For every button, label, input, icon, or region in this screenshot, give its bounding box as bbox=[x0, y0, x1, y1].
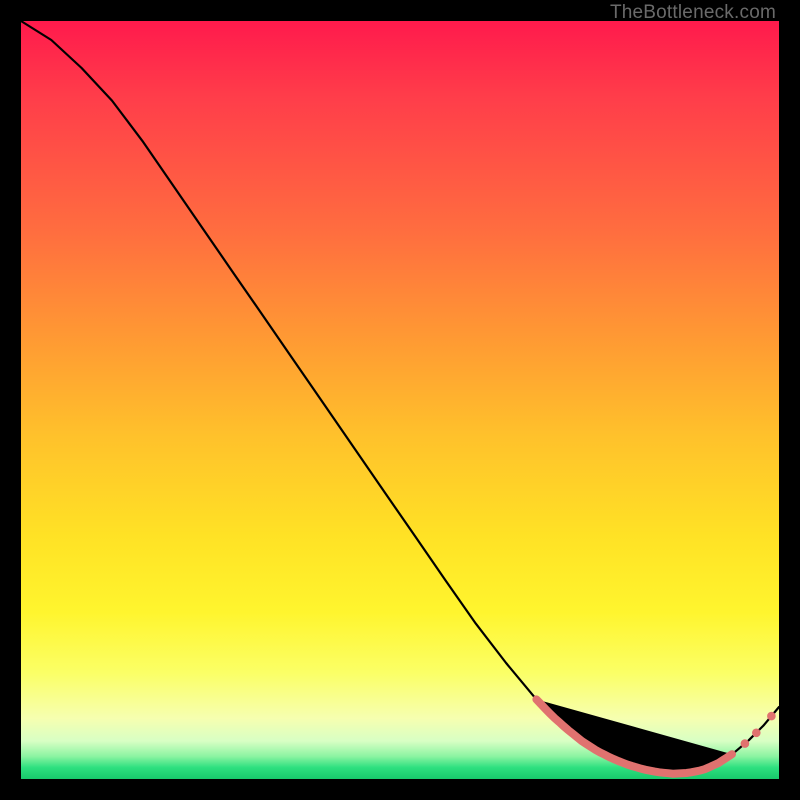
highlight-band bbox=[536, 699, 732, 773]
highlight-dot bbox=[741, 739, 750, 748]
highlight-dot bbox=[767, 712, 776, 721]
highlight-markers bbox=[536, 699, 775, 773]
chart-svg bbox=[21, 21, 779, 779]
bottleneck-curve bbox=[21, 21, 779, 774]
highlight-dot bbox=[752, 729, 761, 738]
